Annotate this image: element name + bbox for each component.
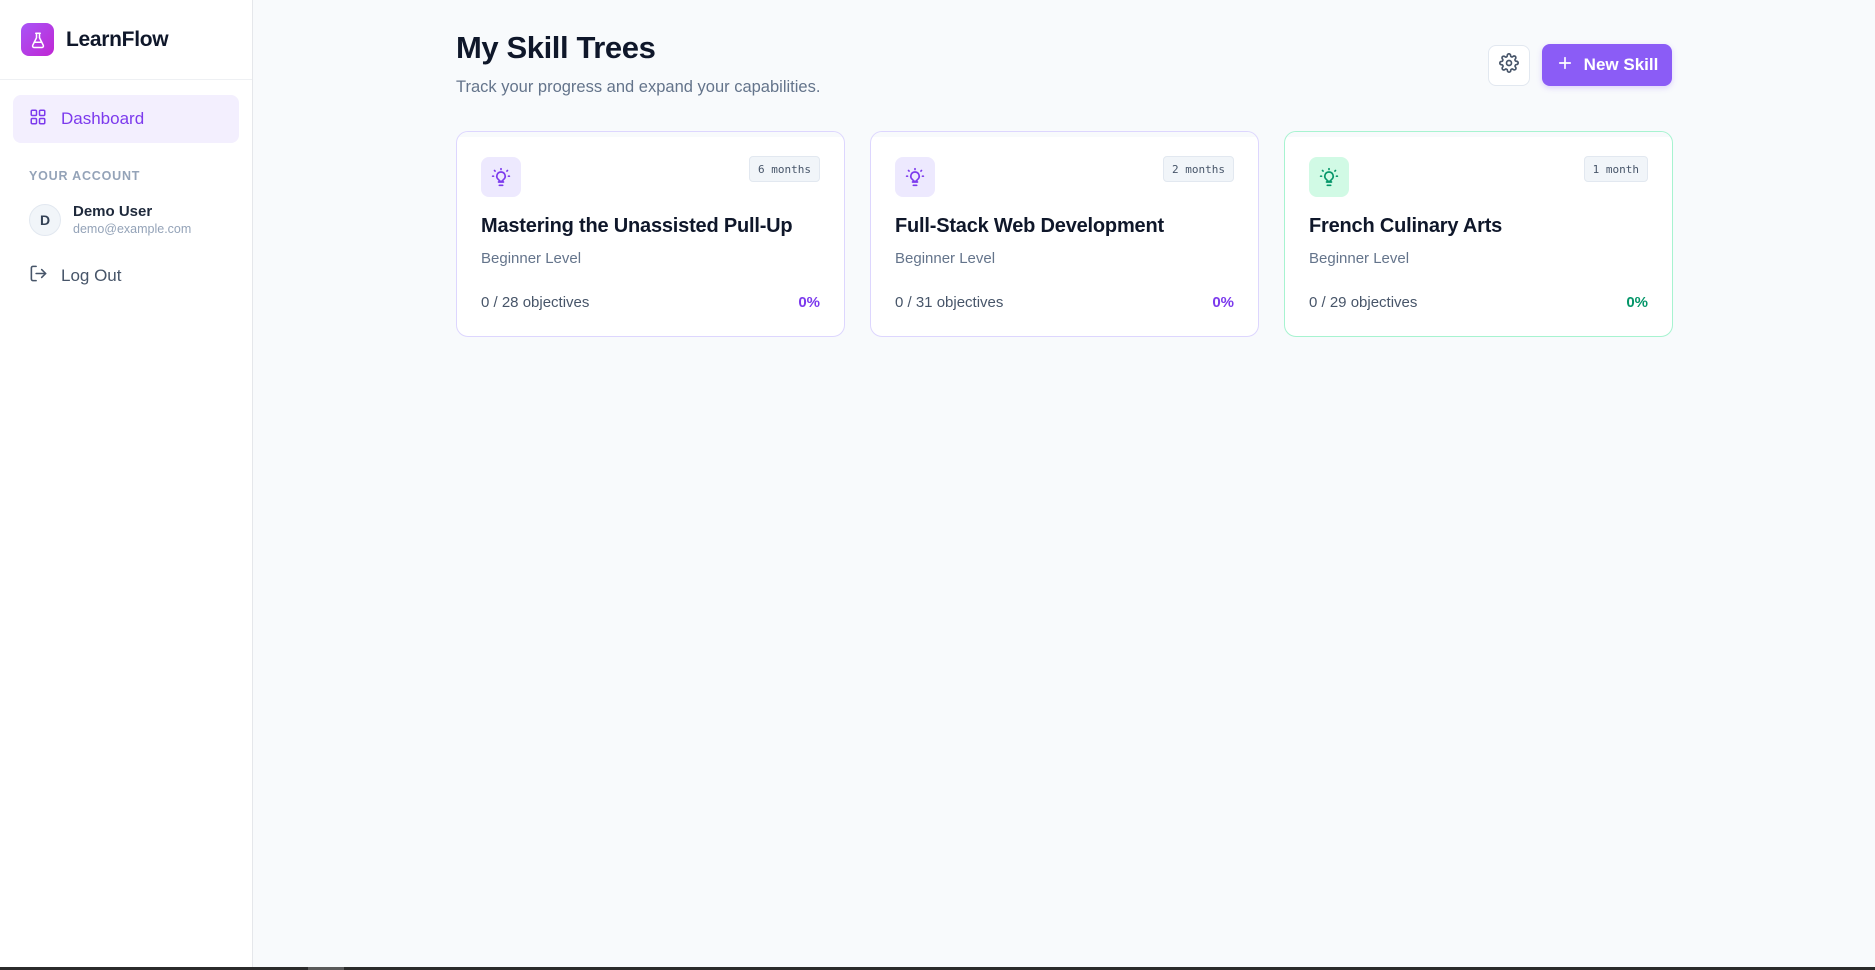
skill-title: French Culinary Arts [1309,215,1503,237]
logout-label: Log Out [61,266,122,285]
duration-badge: 6 months [749,156,820,182]
flask-icon [21,23,54,56]
section-title-account: YOUR ACCOUNT [29,169,141,183]
skill-progress-percent: 0% [798,294,820,311]
sidebar-nav: Dashboard [0,80,252,143]
skill-progress-percent: 0% [1212,294,1234,311]
card-top-bar [1285,132,1672,137]
duration-badge: 1 month [1583,156,1648,182]
new-skill-label: New Skill [1583,55,1659,74]
gear-icon [1499,53,1519,78]
lightbulb-icon [481,157,521,197]
main-content: My Skill Trees Track your progress and e… [253,0,1875,967]
app-name: LearnFlow [66,27,169,51]
app-root: LearnFlow Dashboard YOUR ACCOUNT D Demo … [0,0,1875,967]
page-subtitle: Track your progress and expand your capa… [456,78,821,96]
sidebar: LearnFlow Dashboard YOUR ACCOUNT D Demo … [0,0,253,967]
settings-button[interactable] [1488,45,1530,86]
skill-level: Beginner Level [895,250,996,267]
skill-card[interactable]: 1 month French Culinary Arts Beginner Le… [1284,131,1673,337]
avatar: D [29,203,61,236]
skill-card[interactable]: 6 months Mastering the Unassisted Pull-U… [456,131,845,337]
new-skill-button[interactable]: New Skill [1542,44,1672,86]
duration-badge: 2 months [1163,156,1234,182]
page-header: My Skill Trees Track your progress and e… [456,30,820,97]
skill-title: Full-Stack Web Development [895,215,1164,237]
card-top-bar [457,132,844,137]
page-title: My Skill Trees [456,30,656,65]
sidebar-item-label: Dashboard [61,109,145,128]
card-top-bar [871,132,1258,137]
user-name: Demo User [73,203,153,220]
brand[interactable]: LearnFlow [0,0,252,80]
sidebar-item-dashboard[interactable]: Dashboard [13,95,239,143]
lightbulb-icon [895,157,935,197]
skill-level: Beginner Level [481,250,582,267]
lightbulb-icon [1309,157,1349,197]
skill-objectives: 0 / 28 objectives [481,294,590,311]
user-email: demo@example.com [73,222,192,236]
user-info: Demo User demo@example.com [73,203,191,236]
skill-objectives: 0 / 31 objectives [895,294,1004,311]
user-profile[interactable]: D Demo User demo@example.com [29,203,252,236]
skill-objectives: 0 / 29 objectives [1309,294,1418,311]
logout-icon [29,264,48,288]
skill-card-list: 6 months Mastering the Unassisted Pull-U… [456,131,1673,337]
plus-icon [1556,54,1574,77]
skill-title: Mastering the Unassisted Pull-Up [481,215,793,237]
skill-level: Beginner Level [1309,250,1410,267]
skill-progress-percent: 0% [1626,294,1648,311]
grid-icon [29,108,47,131]
logout-button[interactable]: Log Out [29,264,252,288]
skill-card[interactable]: 2 months Full-Stack Web Development Begi… [870,131,1259,337]
